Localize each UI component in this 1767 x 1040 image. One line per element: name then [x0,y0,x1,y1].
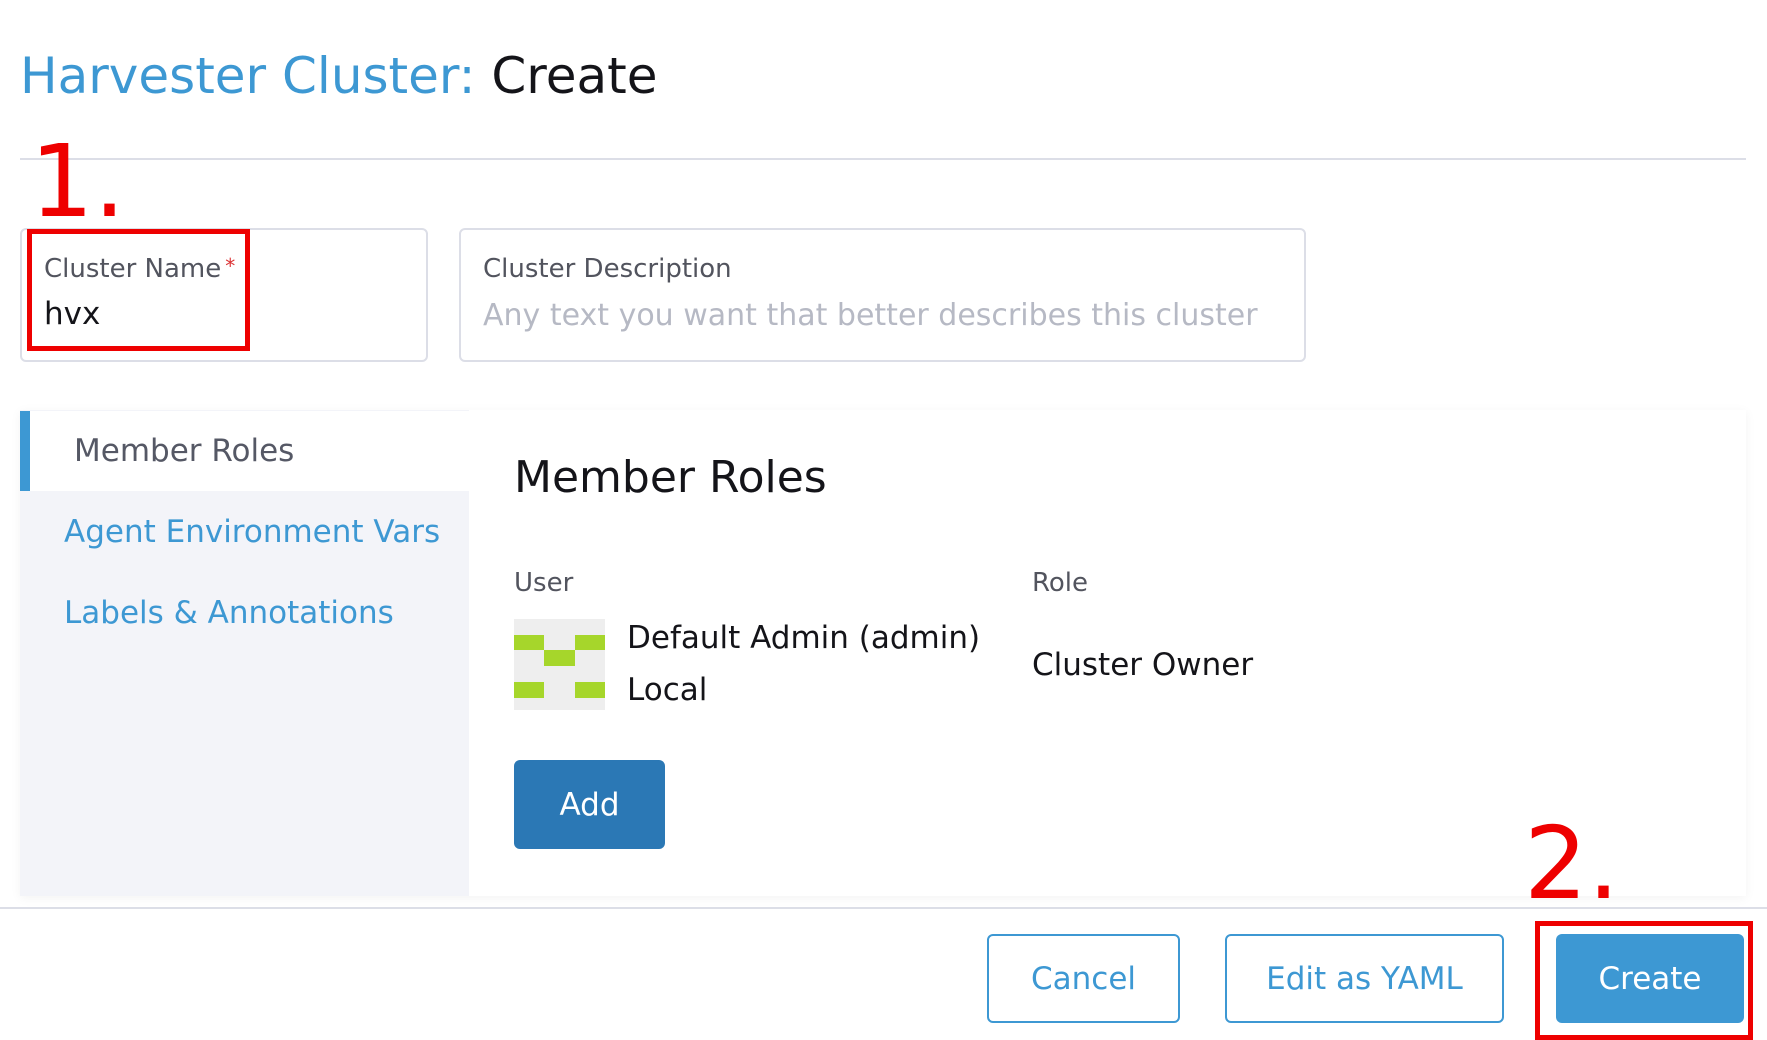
page-title: Harvester Cluster: Create [20,46,658,106]
annotation-step-1: 1. [30,123,126,240]
create-button[interactable]: Create [1556,934,1744,1023]
column-header-role: Role [1032,568,1089,598]
cluster-description-field[interactable]: Cluster Description Any text you want th… [459,228,1306,362]
annotation-step-2: 2. [1524,805,1620,922]
cluster-name-input[interactable]: hvx [44,296,100,332]
cancel-button[interactable]: Cancel [987,934,1180,1023]
cluster-name-label: Cluster Name * [44,254,236,284]
page-title-action: Create [491,47,658,105]
identicon-avatar [514,619,605,710]
member-display-name: Default Admin (admin) [627,620,981,656]
tab-agent-environment-vars[interactable]: Agent Environment Vars [20,492,469,572]
member-provider: Local [627,672,708,708]
tab-panel: Member Roles Agent Environment Vars Labe… [20,410,1746,896]
required-marker: * [225,254,236,278]
column-header-user: User [514,568,574,598]
tab-member-roles[interactable]: Member Roles [20,411,469,491]
tab-labels-annotations[interactable]: Labels & Annotations [20,573,469,653]
add-member-button[interactable]: Add [514,760,665,849]
title-divider [20,158,1746,160]
section-title: Member Roles [514,452,827,503]
cluster-description-label: Cluster Description [483,254,732,284]
cluster-description-input[interactable]: Any text you want that better describes … [483,298,1258,333]
member-role: Cluster Owner [1032,647,1254,683]
tab-nav: Member Roles Agent Environment Vars Labe… [20,410,469,896]
footer-divider [0,907,1767,909]
edit-as-yaml-button[interactable]: Edit as YAML [1225,934,1504,1023]
page-title-resource: Harvester Cluster: [20,47,476,105]
cluster-name-field[interactable]: Cluster Name * hvx [20,228,428,362]
